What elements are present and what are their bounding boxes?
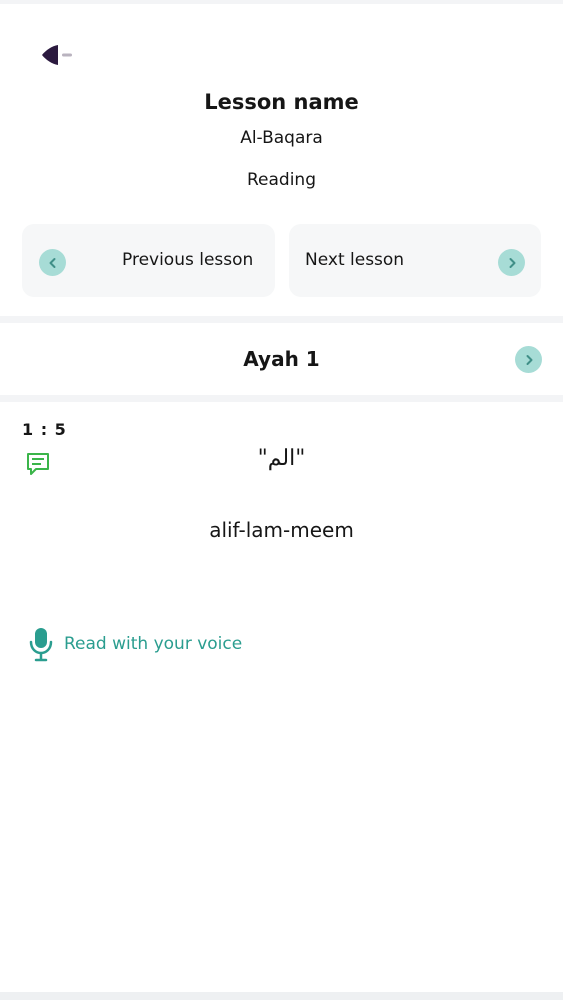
chevron-right-icon	[498, 249, 525, 276]
ayah-title: Ayah 1	[243, 347, 320, 371]
ayah-reference: 1 : 5	[22, 420, 67, 439]
read-with-voice-button[interactable]: Read with your voice	[28, 626, 242, 662]
lesson-mode-label: Reading	[246, 170, 316, 190]
next-lesson-label: Next lesson	[305, 250, 405, 270]
previous-lesson-label: Previous lesson	[122, 250, 254, 270]
next-ayah-chevron-icon[interactable]	[515, 346, 542, 373]
microphone-icon	[29, 628, 53, 662]
lesson-heading: Lesson name	[204, 90, 359, 114]
bottom-divider	[0, 992, 563, 1000]
lesson-header-card: Lesson name Al-Baqara Reading Previous l…	[0, 4, 563, 316]
ayah-selector-card: Ayah 1	[0, 323, 563, 395]
back-arrow-icon	[42, 45, 72, 65]
arabic-ayah-text: "الم"	[257, 446, 306, 471]
transliteration-text: alif-lam-meem	[209, 518, 354, 542]
back-button[interactable]	[40, 40, 80, 70]
previous-lesson-button[interactable]: Previous lesson	[22, 224, 275, 297]
read-with-voice-label: Read with your voice	[64, 634, 243, 654]
ayah-content-card: 1 : 5 "الم" alif-lam-meem Read with your…	[0, 402, 563, 992]
chevron-left-icon	[39, 249, 66, 276]
next-lesson-button[interactable]: Next lesson	[289, 224, 541, 297]
surah-name: Al-Baqara	[240, 128, 323, 148]
